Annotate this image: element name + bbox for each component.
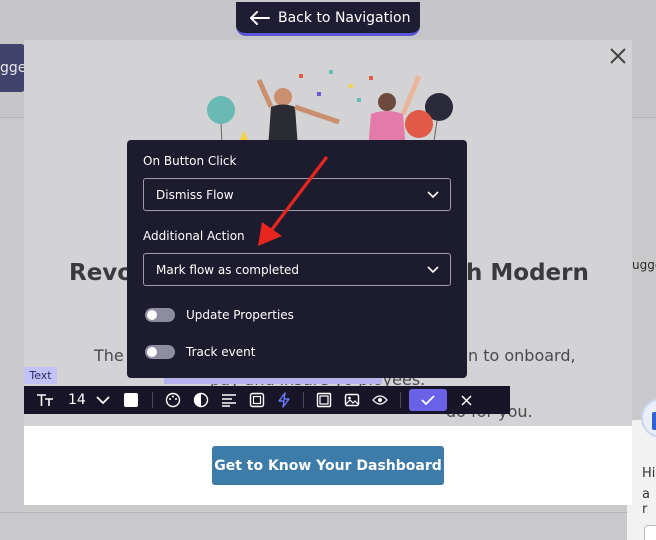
close-icon[interactable] xyxy=(608,46,628,66)
on-button-click-label: On Button Click xyxy=(143,154,237,168)
additional-action-select[interactable]: Mark flow as completed xyxy=(143,253,451,286)
toolbar-divider xyxy=(152,392,153,408)
text-type-icon[interactable] xyxy=(36,386,54,414)
update-properties-label: Update Properties xyxy=(186,308,294,322)
confirm-button[interactable] xyxy=(409,386,447,414)
background-left-tab-text: gges xyxy=(0,60,25,76)
box-icon[interactable] xyxy=(316,386,332,414)
update-properties-row[interactable]: Update Properties xyxy=(145,308,294,322)
annotation-arrow-icon xyxy=(258,156,328,246)
chevron-down-icon xyxy=(427,191,439,199)
get-to-know-dashboard-button[interactable]: Get to Know Your Dashboard xyxy=(212,446,444,485)
toolbar-divider xyxy=(303,392,304,408)
back-to-navigation-button[interactable]: Back to Navigation xyxy=(236,2,420,36)
chat-text-line: a r xyxy=(642,487,650,517)
update-properties-toggle[interactable] xyxy=(145,308,175,322)
image-icon[interactable] xyxy=(344,386,360,414)
palette-icon[interactable] xyxy=(165,386,181,414)
heading-left-fragment: Revo xyxy=(69,260,134,286)
heading-right-fragment: h Modern xyxy=(466,260,589,286)
text-color-swatch[interactable] xyxy=(124,386,138,414)
text-selection-highlight xyxy=(164,377,382,384)
check-icon xyxy=(409,389,447,411)
frame-icon[interactable] xyxy=(249,386,265,414)
on-button-click-value: Dismiss Flow xyxy=(156,187,234,202)
align-icon[interactable] xyxy=(221,386,237,414)
track-event-toggle[interactable] xyxy=(145,345,175,359)
contrast-icon[interactable] xyxy=(193,386,209,414)
chevron-down-icon xyxy=(427,266,439,274)
background-right-text: ugge xyxy=(632,258,656,272)
background-divider-bottom xyxy=(0,512,656,513)
text-format-toolbar: 14 xyxy=(24,386,510,414)
font-size-value[interactable]: 14 xyxy=(68,392,90,408)
toolbar-divider xyxy=(400,392,401,408)
track-event-row[interactable]: Track event xyxy=(145,345,255,359)
additional-action-label: Additional Action xyxy=(143,229,245,243)
color-swatch xyxy=(124,393,138,407)
chevron-down-icon[interactable] xyxy=(96,386,110,414)
text-element-tag: Text xyxy=(24,367,57,384)
arrow-left-icon xyxy=(250,10,270,25)
back-to-navigation-label: Back to Navigation xyxy=(278,9,411,26)
eye-icon[interactable] xyxy=(372,386,388,414)
close-icon[interactable] xyxy=(461,386,472,414)
body-text-line1-right: n to onboard, xyxy=(468,346,576,365)
additional-action-value: Mark flow as completed xyxy=(156,262,300,277)
track-event-label: Track event xyxy=(186,345,256,359)
background-left-tab: gges xyxy=(0,44,25,92)
chat-checkbox[interactable] xyxy=(644,525,656,540)
lightning-icon[interactable] xyxy=(277,386,291,414)
chat-text-line: Hi xyxy=(642,466,656,481)
